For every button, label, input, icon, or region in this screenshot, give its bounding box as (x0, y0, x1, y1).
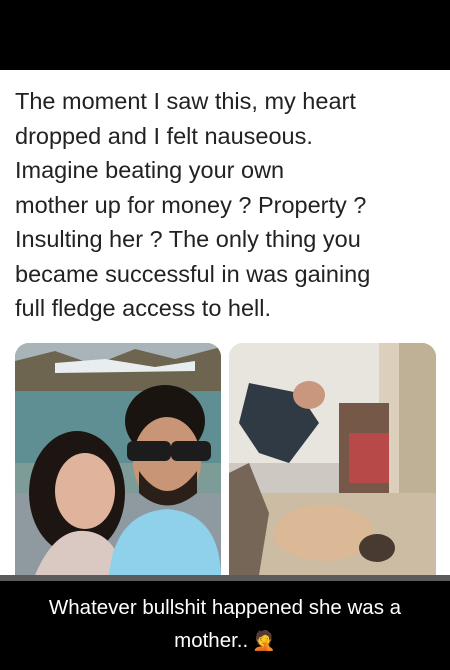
caption-bar: Whatever bullshit happened she was a mot… (0, 575, 450, 670)
facepalm-emoji-icon: 🤦 (252, 631, 276, 652)
photo-video-still[interactable] (229, 343, 436, 575)
caption-divider (0, 575, 450, 581)
photo-selfie[interactable] (15, 343, 221, 575)
caption-text-block: Whatever bullshit happened she was a mot… (10, 591, 440, 658)
media-grid (15, 343, 436, 575)
post-card: The moment I saw this, my heart dropped … (0, 70, 450, 575)
caption-text: Whatever bullshit happened she was a mot… (48, 596, 402, 652)
post-text: The moment I saw this, my heart dropped … (15, 88, 371, 321)
top-black-bar (0, 0, 450, 70)
